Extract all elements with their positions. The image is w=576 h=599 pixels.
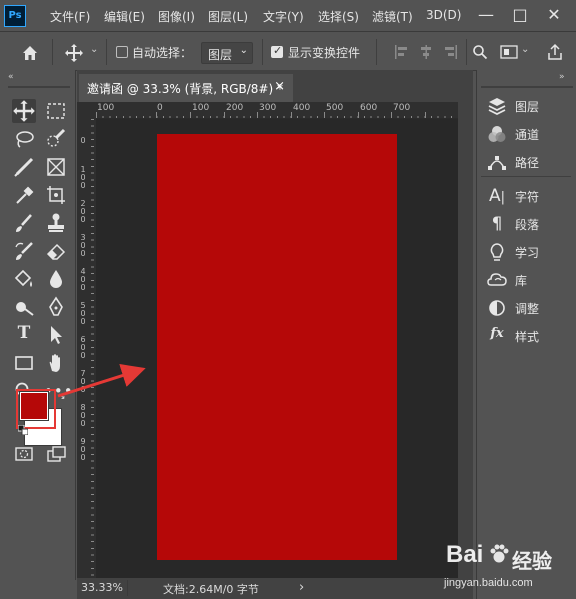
annotation-arrow: [57, 364, 146, 398]
watermark-brand-suffix: 经验: [512, 549, 552, 573]
paw-logo-icon: [488, 543, 510, 565]
baidu-jingyan-watermark: Bai 经验 jingyan.baidu.com: [440, 535, 576, 599]
watermark-url: jingyan.baidu.com: [444, 577, 533, 589]
watermark-brand: Bai: [446, 541, 484, 568]
